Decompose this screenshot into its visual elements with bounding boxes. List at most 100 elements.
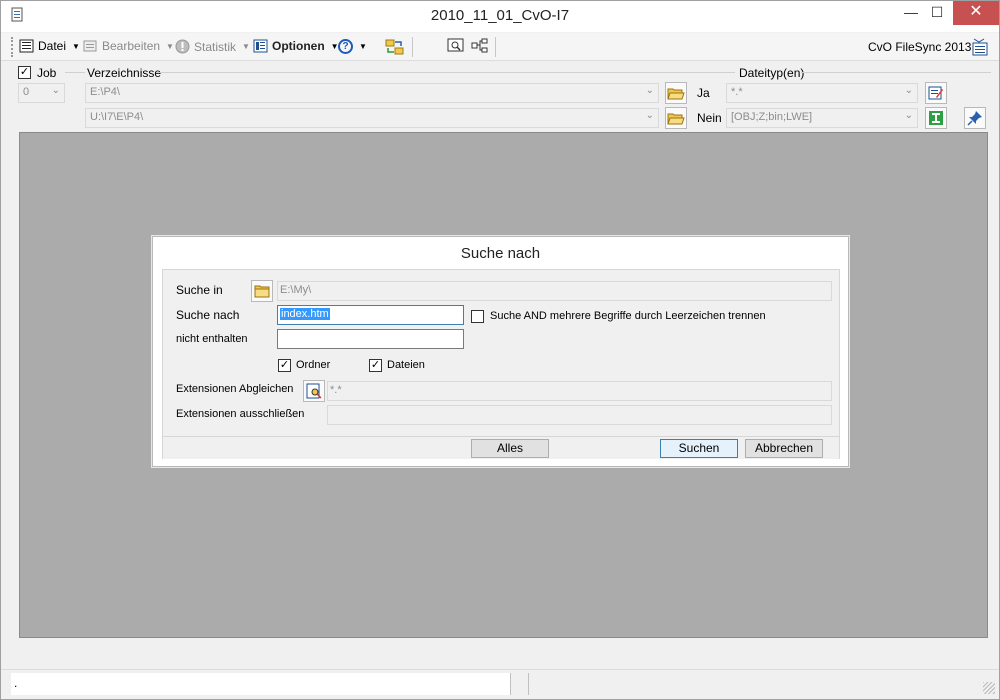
ext-match-button[interactable]: [303, 380, 325, 402]
brand-label: CvO FileSync 2013: [868, 40, 972, 54]
browse-search-folder-button[interactable]: [251, 280, 273, 302]
edit-list-icon: [928, 86, 943, 100]
exclude-types-select[interactable]: [OBJ;Z;bin;LWE] ⌄: [726, 108, 918, 128]
and-search-label: Suche AND mehrere Begriffe durch Leerzei…: [490, 310, 766, 322]
list-icon: [19, 39, 34, 53]
chevron-down-icon: ⌄: [904, 110, 913, 121]
suche-in-label: Suche in: [176, 283, 223, 297]
status-cell-empty: [513, 673, 529, 695]
include-types-value: *.*: [731, 86, 743, 98]
ext-match-label: Extensionen Abgleichen: [176, 383, 294, 395]
open-folder-icon: [667, 88, 685, 100]
suchen-button[interactable]: Suchen: [660, 439, 738, 458]
folders-label: Ordner: [296, 359, 331, 371]
toolbar: Datei ▼ Bearbeiten ▼ Statistik ▼ Optionen ▼: [1, 33, 999, 61]
divider: [157, 72, 735, 73]
search-folder-value: E:\My\: [280, 284, 312, 296]
status-text: .: [11, 673, 511, 695]
sync-logo-icon: [972, 38, 988, 56]
menu-statistik[interactable]: Statistik ▼: [175, 39, 250, 54]
ext-match-value: *.*: [330, 384, 342, 396]
preview-button[interactable]: [447, 38, 465, 57]
and-search-checkbox[interactable]: [471, 310, 484, 323]
files-checkbox[interactable]: ✓: [369, 359, 382, 372]
verzeichnisse-label: Verzeichnisse: [87, 66, 162, 80]
sync-folders-icon: [385, 39, 404, 55]
status-bar: .: [1, 669, 999, 699]
target-path-select[interactable]: U:\I7\E\P4\ ⌄: [85, 108, 659, 128]
dialog-title: Suche nach: [460, 245, 541, 262]
sync-button[interactable]: [385, 38, 405, 59]
edit-icon: [83, 40, 97, 52]
job-number-value: 0: [23, 86, 30, 98]
chevron-down-icon: ▼: [72, 41, 80, 51]
browse-source-button[interactable]: [665, 82, 687, 104]
magnifier-window-icon: [447, 38, 464, 52]
dialog-footer: Alles Suchen Abbrechen: [163, 436, 839, 459]
search-term-input[interactable]: index.htm: [277, 305, 464, 325]
options-icon: [253, 39, 268, 53]
chevron-down-icon: ▼: [242, 42, 250, 51]
toolbar-grip[interactable]: [11, 37, 13, 57]
chevron-down-icon: ⌄: [904, 85, 913, 96]
close-button[interactable]: ✕: [953, 1, 999, 25]
folder-icon: [254, 285, 270, 298]
open-folder-icon: [667, 113, 685, 125]
source-path-value: E:\P4\: [90, 86, 120, 98]
job-checkbox[interactable]: ✓: [18, 66, 31, 79]
pin-icon: [967, 111, 982, 126]
ja-label: Ja: [697, 86, 710, 100]
pin-button[interactable]: [964, 107, 986, 129]
include-types-select[interactable]: *.* ⌄: [726, 83, 918, 103]
resize-grip[interactable]: [983, 682, 995, 694]
nein-label: Nein: [697, 111, 722, 125]
search-folder-field[interactable]: E:\My\: [277, 281, 832, 301]
browse-target-button[interactable]: [665, 107, 687, 129]
dateitypen-label: Dateityp(en): [739, 66, 805, 80]
info-icon: [175, 39, 190, 54]
chevron-down-icon: ⌄: [645, 110, 654, 121]
minimize-button[interactable]: —: [897, 1, 925, 25]
divider: [65, 72, 85, 73]
search-term-value: index.htm: [280, 308, 330, 320]
files-label: Dateien: [387, 359, 425, 371]
exclude-term-input[interactable]: [277, 329, 464, 349]
abbrechen-button[interactable]: Abbrechen: [745, 439, 823, 458]
window-title: 2010_11_01_CvO-I7: [430, 7, 570, 24]
target-path-value: U:\I7\E\P4\: [90, 111, 144, 123]
menu-help[interactable]: ? ▼: [338, 39, 367, 54]
chevron-down-icon: ▼: [166, 41, 174, 51]
chevron-down-icon: ▼: [359, 42, 367, 51]
edit-types-button[interactable]: [925, 82, 947, 104]
help-icon: ?: [338, 39, 353, 54]
maximize-button[interactable]: ☐: [923, 1, 951, 25]
source-path-select[interactable]: E:\P4\ ⌄: [85, 83, 659, 103]
divider: [801, 72, 991, 73]
job-number-select[interactable]: 0 ⌄: [18, 83, 65, 103]
ext-match-field[interactable]: *.*: [327, 381, 832, 401]
dialog-panel: Suche in E:\My\ Suche nach index.htm Suc…: [162, 269, 840, 459]
title-bar: 2010_11_01_CvO-I7 — ☐ ✕: [1, 1, 999, 32]
menu-bearbeiten[interactable]: Bearbeiten ▼: [83, 39, 174, 53]
menu-statistik-label: Statistik: [194, 39, 237, 54]
menu-datei[interactable]: Datei ▼: [19, 39, 80, 53]
text-cursor-icon: [929, 111, 943, 125]
search-dialog: Suche nach Suche in E:\My\ Suche nach in…: [152, 236, 849, 467]
ext-exclude-label: Extensionen ausschließen: [176, 408, 305, 420]
ext-exclude-field[interactable]: [327, 405, 832, 425]
job-label: Job: [37, 66, 57, 80]
chevron-down-icon: ⌄: [645, 85, 654, 96]
menu-optionen-label: Optionen: [272, 39, 325, 53]
tree-button[interactable]: [471, 38, 489, 57]
menu-bearbeiten-label: Bearbeiten: [102, 39, 161, 53]
toolbar-separator: [495, 37, 496, 57]
alles-button[interactable]: Alles: [471, 439, 549, 458]
tree-icon: [471, 38, 488, 53]
chevron-down-icon: ⌄: [51, 85, 60, 96]
suche-nach-label: Suche nach: [176, 308, 240, 322]
toolbar-separator: [412, 37, 413, 57]
info-types-button[interactable]: [925, 107, 947, 129]
menu-optionen[interactable]: Optionen ▼: [253, 39, 339, 53]
menu-datei-label: Datei: [38, 39, 67, 53]
folders-checkbox[interactable]: ✓: [278, 359, 291, 372]
